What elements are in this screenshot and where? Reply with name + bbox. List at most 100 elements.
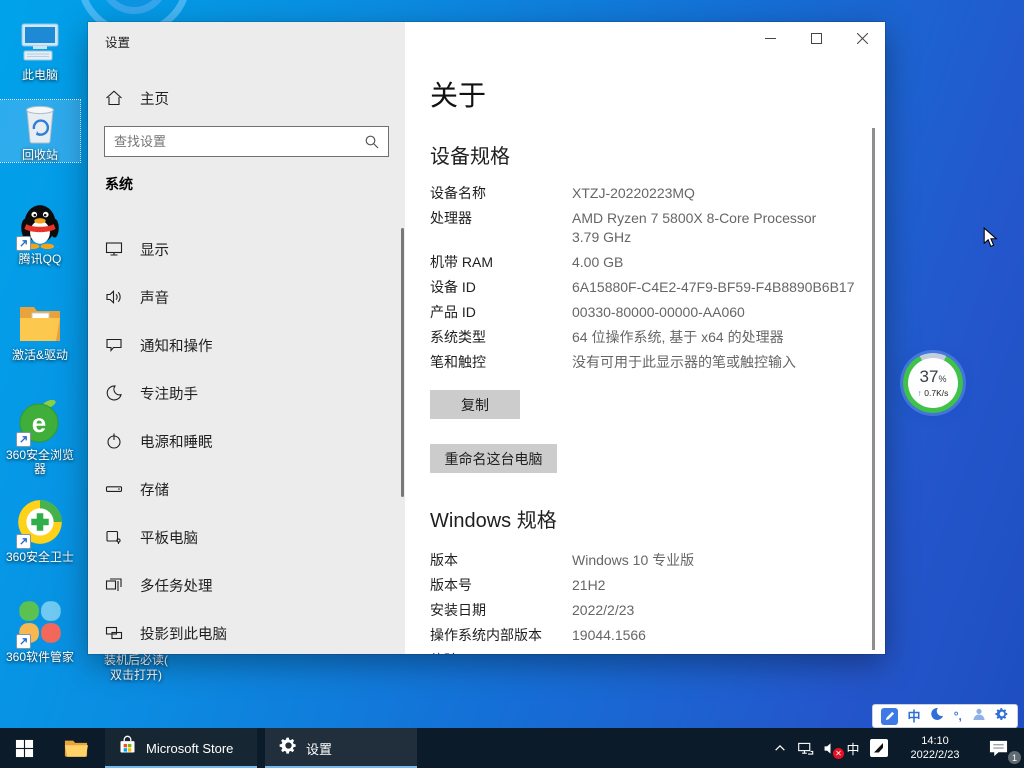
rename-pc-button[interactable]: 重命名这台电脑 [430,444,557,473]
sidebar-item-home[interactable]: 主页 [105,80,385,116]
sidebar-item-tablet[interactable]: 平板电脑 [88,513,405,561]
tray-network-icon[interactable] [793,728,817,768]
maximize-button[interactable] [793,22,839,54]
minimize-button[interactable] [747,22,793,54]
ime-night-mode-icon[interactable] [930,707,944,726]
display-icon [105,240,123,258]
ime-settings-gear-icon[interactable] [995,707,1009,726]
sidebar-item-display[interactable]: 显示 [88,225,405,273]
start-button[interactable] [0,728,48,768]
content-scrollbar[interactable] [872,128,875,650]
notifications-icon [105,336,123,354]
desktop-icon-this-pc[interactable]: 此电脑 [0,20,80,82]
tray-ime-indicator[interactable]: 中 [843,728,863,768]
sound-icon [105,288,123,306]
shortcut-arrow-icon [16,634,31,649]
device-spec-heading: 设备规格 [430,140,510,169]
folder-icon [0,300,80,346]
spec-row-pen-touch: 笔和触控 没有可用于此显示器的笔或触控输入 [430,353,866,378]
up-arrow-icon: ↑ [918,388,922,398]
ime-toolbar: 中 °, [872,704,1018,728]
360-speed-ball[interactable]: 37% ↑ 0.7K/s [903,353,963,413]
sidebar-section-system: 系统 [105,174,133,194]
settings-content: 关于 设备规格 设备名称 XTZJ-20220223MQ 处理器 AMD Ryz… [405,22,885,654]
sidebar-item-multitasking[interactable]: 多任务处理 [88,561,405,609]
sidebar-nav: 显示 声音 通知和操作 专注助手 电源和睡眠 [88,225,405,654]
multitasking-icon [105,576,123,594]
sidebar-item-label: 存储 [140,479,169,500]
spec-row-device-id: 设备 ID 6A15880F-C4E2-47F9-BF59-F4B8890B6B… [430,278,866,303]
tablet-icon [105,528,123,546]
desktop-icon-label: 360软件管家 [0,650,80,664]
project-to-pc-icon [105,624,123,642]
spec-row-processor: 处理器 AMD Ryzen 7 5800X 8-Core Processor 3… [430,209,866,253]
ime-handwriting-icon[interactable] [881,708,898,725]
sidebar-scrollbar[interactable] [401,228,404,497]
clock-date: 2022/2/23 [911,748,960,762]
sidebar-item-focus-assist[interactable]: 专注助手 [88,369,405,417]
desktop-icon-label: 此电脑 [0,68,80,82]
spec-row-clipped: 体验 [430,651,866,654]
360-browser-icon: e [0,396,80,446]
settings-gear-icon [279,736,298,760]
taskbar-microsoft-store[interactable]: Microsoft Store [105,728,257,768]
spec-row-system-type: 系统类型 64 位操作系统, 基于 x64 的处理器 [430,328,866,353]
desktop-icon-qq[interactable]: 腾讯QQ [0,200,80,266]
sidebar-item-power-sleep[interactable]: 电源和睡眠 [88,417,405,465]
360-software-manager-icon [0,596,80,648]
sidebar-item-projecting[interactable]: 投影到此电脑 [88,609,405,654]
spec-row-device-name: 设备名称 XTZJ-20220223MQ [430,184,866,209]
settings-window: 设置 主页 系统 显示 [88,22,885,654]
recycle-bin-icon [0,100,80,146]
taskbar-settings[interactable]: 设置 [265,728,417,768]
focus-assist-icon [105,384,123,402]
360-safeguard-icon [0,496,80,548]
copy-button[interactable]: 复制 [430,390,520,419]
taskbar-clock[interactable]: 14:10 2022/2/23 [895,728,975,768]
ime-punctuation-mode[interactable]: °, [954,710,962,722]
settings-sidebar: 设置 主页 系统 显示 [88,22,405,654]
desktop-icon-label: 360安全卫士 [0,550,80,564]
memory-percent: 37% [920,369,947,387]
action-center-button[interactable]: 1 [980,728,1016,768]
tray-volume-muted-icon[interactable]: ✕ [818,728,842,768]
search-icon[interactable] [364,134,380,155]
taskbar: Microsoft Store 设置 ✕ 中 14:10 2022/2/23 [0,728,1024,768]
sidebar-item-label: 主页 [140,88,169,109]
file-explorer-button[interactable] [52,728,100,768]
desktop-icon-readme-label[interactable]: 装机后必读( 双击打开) [86,653,186,683]
spec-row-product-id: 产品 ID 00330-80000-00000-AA060 [430,303,866,328]
tray-sogou-input-icon[interactable] [866,728,892,768]
search-box[interactable] [104,126,389,157]
desktop-icon-label: 360安全浏览器 [0,448,80,476]
desktop-icon-360-safeguard[interactable]: 360安全卫士 [0,496,80,564]
sidebar-item-sound[interactable]: 声音 [88,273,405,321]
desktop-icon-activation-drivers[interactable]: 激活&驱动 [0,300,80,362]
search-input[interactable] [105,127,388,156]
spec-row-os-build: 操作系统内部版本 19044.1566 [430,626,866,651]
desktop-icon-360-software-manager[interactable]: 360软件管家 [0,596,80,664]
power-icon [105,432,123,450]
window-title: 设置 [105,32,130,51]
desktop-icon-recycle-bin[interactable]: 回收站 [0,100,80,162]
sidebar-item-label: 平板电脑 [140,527,198,548]
windows-spec-table: 版本 Windows 10 专业版 版本号 21H2 安装日期 2022/2/2… [430,551,866,654]
desktop-icon-360-browser[interactable]: e 360安全浏览器 [0,396,80,476]
storage-icon [105,480,123,498]
close-button[interactable] [839,22,885,54]
mouse-cursor [983,227,998,253]
shortcut-arrow-icon [16,534,31,549]
sidebar-item-storage[interactable]: 存储 [88,465,405,513]
ime-account-icon[interactable] [972,707,986,726]
tray-show-hidden-icons[interactable] [768,728,792,768]
windows-spec-heading: Windows 规格 [430,504,557,533]
device-spec-table: 设备名称 XTZJ-20220223MQ 处理器 AMD Ryzen 7 580… [430,184,866,378]
sidebar-item-notifications[interactable]: 通知和操作 [88,321,405,369]
this-pc-icon [0,20,80,66]
ime-chinese-mode[interactable]: 中 [907,710,920,723]
notification-count-badge: 1 [1008,751,1021,764]
sidebar-item-label: 投影到此电脑 [140,623,227,644]
qq-icon [0,200,80,250]
shortcut-arrow-icon [16,236,31,251]
window-caption-buttons [747,22,885,54]
